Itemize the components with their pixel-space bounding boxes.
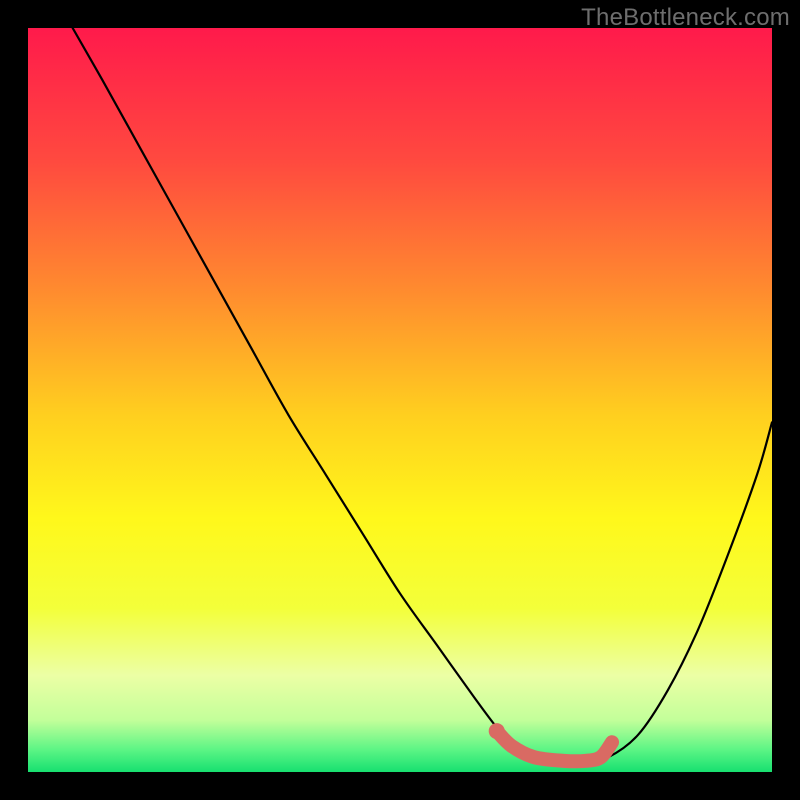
watermark-text: TheBottleneck.com xyxy=(581,4,790,32)
plot-area xyxy=(28,28,772,772)
recommended-start-dot xyxy=(489,723,505,739)
gradient-background xyxy=(28,28,772,772)
chart-svg xyxy=(28,28,772,772)
chart-frame: TheBottleneck.com xyxy=(0,0,800,800)
